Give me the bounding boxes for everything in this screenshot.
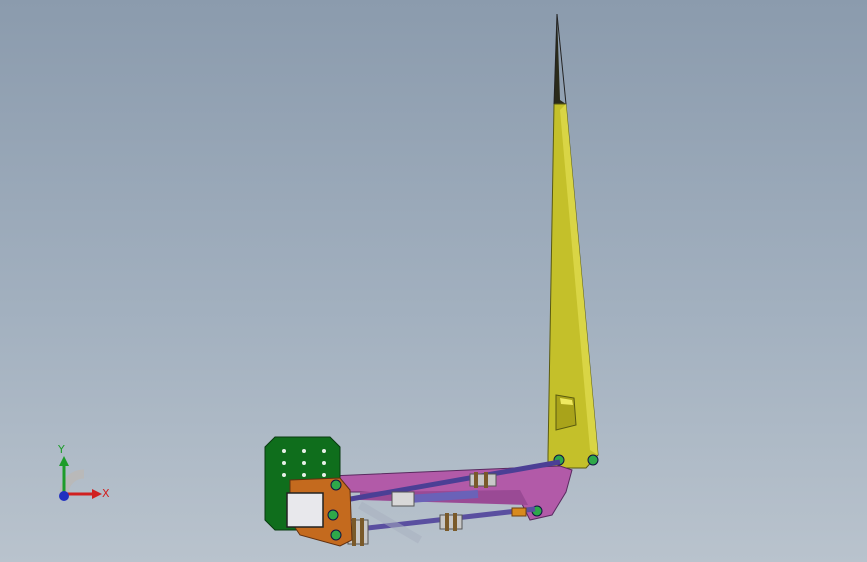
hydraulic-cylinder-lower[interactable] bbox=[347, 501, 536, 546]
model-view[interactable] bbox=[0, 0, 867, 562]
graphics-viewport[interactable]: Y X bbox=[0, 0, 867, 562]
coordinate-triad: Y X bbox=[40, 440, 120, 510]
y-axis-arrow bbox=[59, 456, 69, 466]
triad-arc bbox=[59, 469, 85, 495]
y-axis-label: Y bbox=[58, 443, 65, 456]
x-axis-label: X bbox=[102, 487, 110, 500]
x-axis-arrow bbox=[92, 489, 102, 499]
clevis-bracket[interactable] bbox=[286, 477, 353, 547]
boom-arm[interactable] bbox=[547, 13, 599, 469]
z-axis-dot bbox=[59, 491, 69, 501]
